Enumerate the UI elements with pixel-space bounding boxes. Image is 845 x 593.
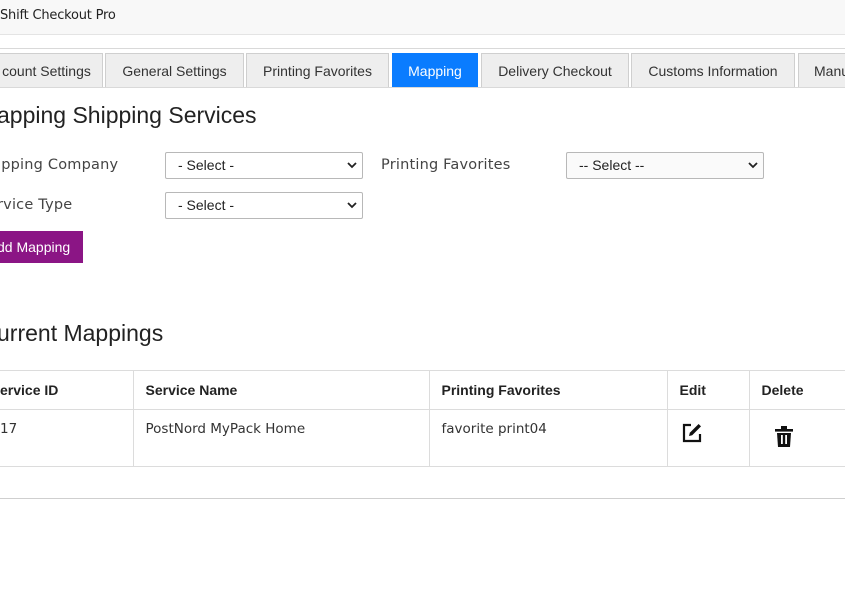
service-type-value: - Select - (178, 197, 235, 213)
shipping-company-value: - Select - (178, 157, 235, 173)
mapping-heading: apping Shipping Services (0, 102, 257, 128)
trash-icon[interactable] (774, 425, 794, 453)
cell-edit (666, 409, 749, 467)
table-header-row: ervice ID Service Name Printing Favorite… (0, 370, 845, 410)
tab-account-settings[interactable]: count Settings (0, 53, 103, 87)
chevron-down-icon (347, 162, 357, 169)
app-title: Shift Checkout Pro (0, 8, 116, 23)
service-type-label: rvice Type (0, 197, 73, 213)
tab-delivery-checkout[interactable]: Delivery Checkout (481, 53, 629, 87)
column-header-printing-favorites: Printing Favorites (428, 370, 667, 410)
cell-service-id: 17 (0, 409, 133, 467)
cell-delete (748, 409, 845, 467)
tab-printing-favorites[interactable]: Printing Favorites (246, 53, 389, 87)
column-header-edit: Edit (666, 370, 749, 410)
cell-service-name: PostNord MyPack Home (132, 409, 429, 467)
app-title-bar: Shift Checkout Pro (0, 0, 845, 35)
tab-customs-information[interactable]: Customs Information (631, 53, 795, 87)
tab-mapping[interactable]: Mapping (392, 53, 478, 87)
column-header-service-name: Service Name (132, 370, 429, 410)
edit-icon[interactable] (680, 421, 704, 449)
chevron-down-icon (748, 162, 758, 169)
printing-favorites-select[interactable]: -- Select -- (566, 152, 764, 179)
mappings-table: ervice ID Service Name Printing Favorite… (0, 370, 845, 467)
chevron-down-icon (347, 202, 357, 209)
tabs-top-divider (0, 48, 845, 49)
column-header-service-id: ervice ID (0, 370, 133, 410)
shipping-company-select[interactable]: - Select - (165, 152, 363, 179)
tab-general-settings[interactable]: General Settings (105, 53, 244, 87)
tab-manual[interactable]: Manu (798, 53, 845, 87)
printing-favorites-label: Printing Favorites (381, 157, 511, 173)
cell-printing-favorites: favorite print04 (428, 409, 667, 467)
current-mappings-heading: urrent Mappings (0, 320, 164, 346)
add-mapping-button[interactable]: dd Mapping (0, 231, 83, 263)
footer-divider (0, 498, 845, 499)
column-header-delete: Delete (748, 370, 845, 410)
tabs-bottom-divider (0, 87, 845, 88)
service-type-select[interactable]: - Select - (165, 192, 363, 219)
add-mapping-label: dd Mapping (0, 239, 71, 255)
shipping-company-label: ipping Company (0, 157, 119, 173)
table-row: 17 PostNord MyPack Home favorite print04 (0, 409, 845, 467)
printing-favorites-value: -- Select -- (579, 157, 645, 173)
